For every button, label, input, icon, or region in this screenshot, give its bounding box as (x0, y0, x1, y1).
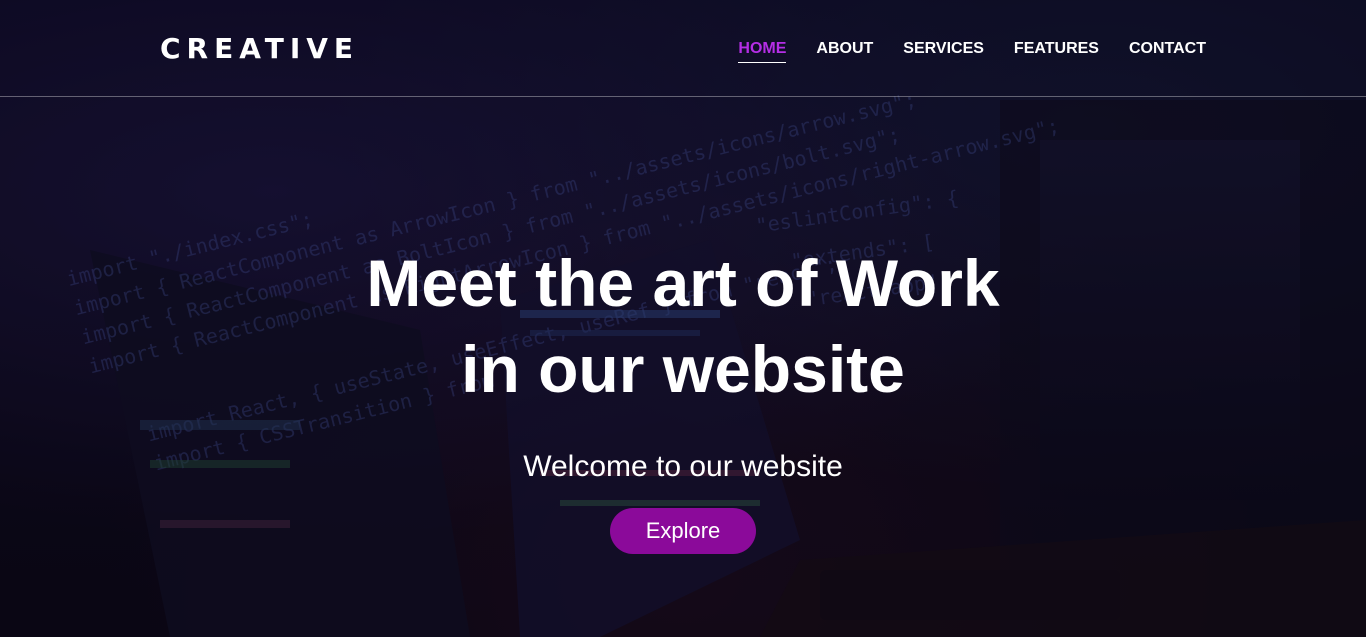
nav-item-home[interactable]: HOME (738, 40, 787, 63)
hero-content: Meet the art of Work in our website Welc… (0, 240, 1366, 554)
nav-item-features[interactable]: FEATURES (1014, 40, 1099, 63)
nav-item-about[interactable]: ABOUT (816, 40, 873, 63)
nav-item-contact[interactable]: CONTACT (1129, 40, 1206, 63)
hero-section: import "./index.css"; import { ReactComp… (0, 0, 1366, 637)
nav-item-services[interactable]: SERVICES (903, 40, 984, 63)
hero-headline: Meet the art of Work in our website (0, 240, 1366, 412)
nav-links: HOME ABOUT SERVICES FEATURES CONTACT (738, 40, 1206, 63)
hero-headline-line-2: in our website (461, 332, 905, 406)
hero-headline-line-1: Meet the art of Work (366, 246, 1000, 320)
explore-button[interactable]: Explore (609, 508, 757, 554)
hero-subtitle: Welcome to our website (523, 450, 843, 483)
brand-logo[interactable]: CREATIVE (160, 32, 359, 65)
navbar: CREATIVE HOME ABOUT SERVICES FEATURES CO… (0, 0, 1366, 97)
